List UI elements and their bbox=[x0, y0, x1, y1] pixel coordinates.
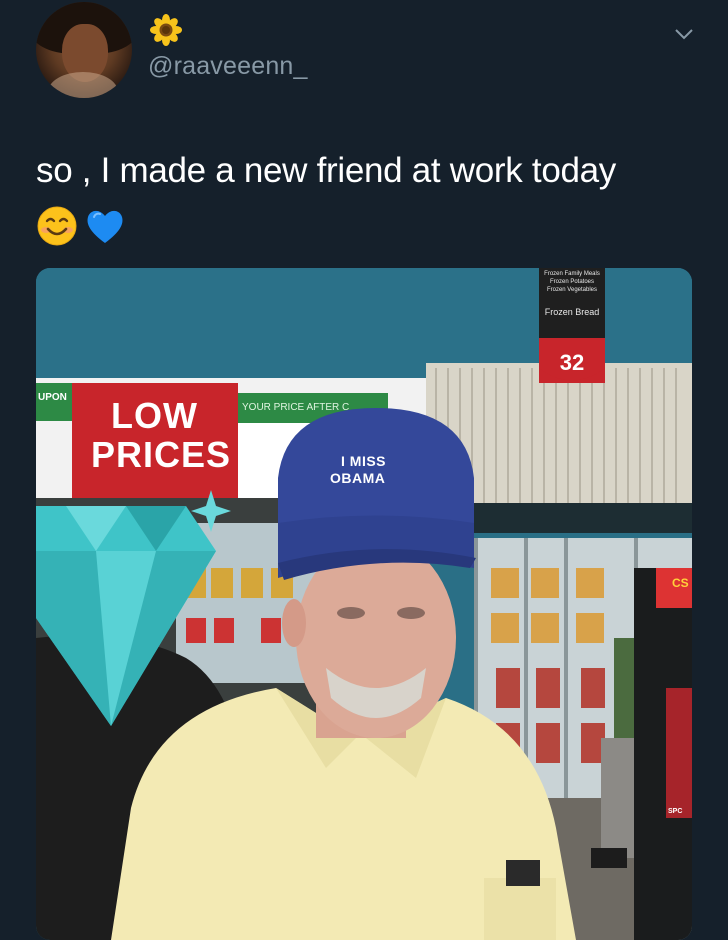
emoji-row bbox=[36, 205, 128, 249]
sign-coupon: UPON bbox=[38, 392, 67, 403]
sunflower-icon bbox=[150, 14, 182, 46]
aisle-number: 32 bbox=[559, 350, 585, 375]
blue-heart-emoji bbox=[87, 210, 123, 243]
chevron-down-icon[interactable] bbox=[672, 22, 696, 46]
machine-label: CS bbox=[672, 576, 689, 590]
user-handle[interactable]: @raaveeenn_ bbox=[148, 52, 308, 81]
sign-low-prices-line2: PRICES bbox=[91, 434, 232, 475]
avatar[interactable] bbox=[36, 2, 132, 98]
sign-low-prices-line1: LOW bbox=[111, 395, 198, 436]
smiling-face-emoji bbox=[37, 206, 77, 246]
aisle-sign-text: Frozen Family Meals Frozen Potatoes Froz… bbox=[539, 270, 605, 317]
tweet-header: @raaveeenn_ bbox=[0, 0, 728, 120]
hat-text-line2: OBAMA bbox=[330, 470, 386, 486]
sign-your-price: YOUR PRICE AFTER C bbox=[242, 402, 350, 413]
aisle-line-3: Frozen Vegetables bbox=[546, 287, 598, 293]
aisle-line-4: Frozen Bread bbox=[544, 307, 600, 317]
tweet-text: so , I made a new friend at work today bbox=[36, 151, 617, 190]
aisle-line-1: Frozen Family Meals bbox=[544, 271, 600, 277]
machine-label-2: SPC bbox=[668, 808, 683, 815]
tweet-photo[interactable]: UPON LOW PRICES YOUR PRICE AFTER C Froze… bbox=[36, 268, 692, 940]
aisle-line-2: Frozen Potatoes bbox=[549, 279, 595, 285]
hat-text-line1: I MISS bbox=[341, 453, 387, 469]
